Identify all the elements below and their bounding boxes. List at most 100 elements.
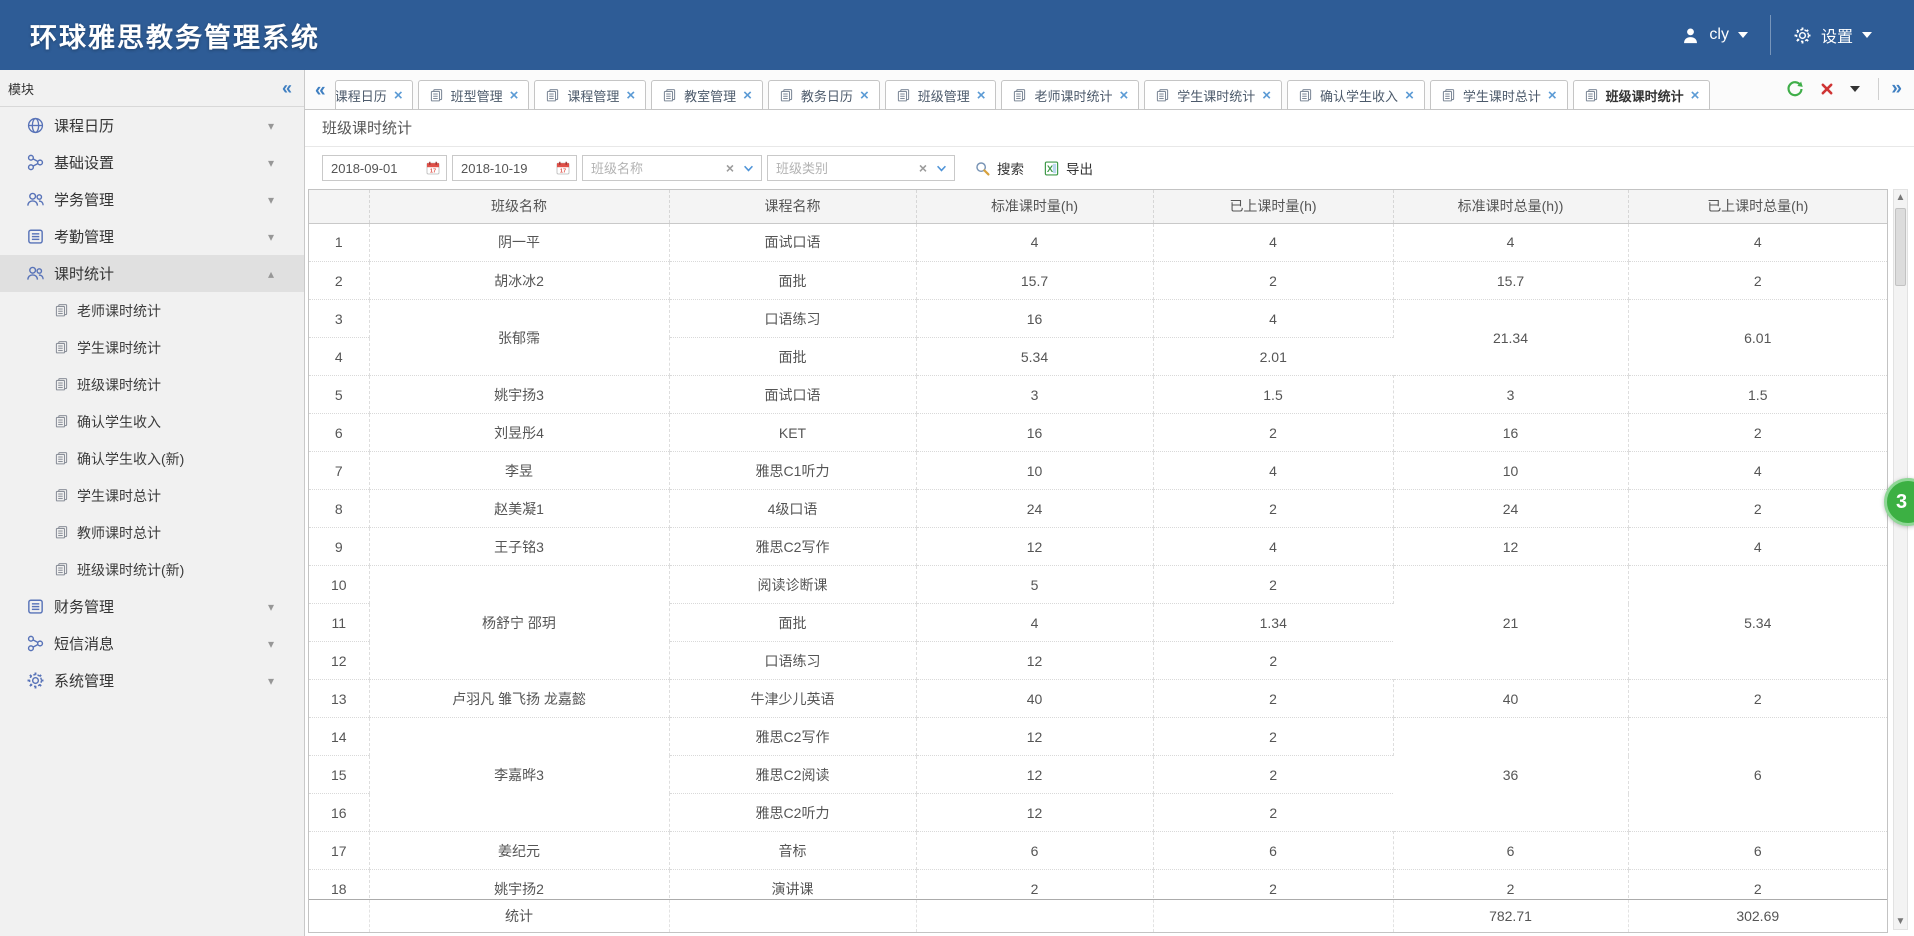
totals-std-hours-total: 782.71 [1393, 900, 1628, 932]
calendar-icon[interactable] [425, 160, 441, 176]
clear-icon[interactable]: × [726, 160, 734, 176]
table-row[interactable]: 3 张郁霈 口语练习 16 4 21.34 6.01 [309, 300, 1887, 338]
tab[interactable]: 老师课时统计 × [1001, 80, 1139, 110]
floating-service-badge[interactable]: 3 [1884, 478, 1914, 526]
scroll-down-icon[interactable]: ▼ [1894, 914, 1907, 929]
tab[interactable]: 教务日历 × [768, 80, 880, 110]
table-row[interactable]: 5 姚宇扬3 面试口语 3 1.5 3 1.5 [309, 376, 1887, 414]
cell-taught-hours: 2 [1153, 414, 1393, 452]
cell-taught-hours: 4 [1153, 528, 1393, 566]
table-row[interactable]: 14 李嘉晔3 雅思C2写作 12 2 36 6 [309, 718, 1887, 756]
tab[interactable]: 班级管理 × [885, 80, 997, 110]
scrollbar-thumb[interactable] [1895, 208, 1906, 286]
vertical-scrollbar[interactable]: ▲ ▼ [1893, 189, 1908, 930]
sidebar-item[interactable]: 确认学生收入(新) [0, 440, 304, 477]
sidebar-item-label: 考勤管理 [54, 226, 114, 247]
cell-taught-hours: 2 [1153, 870, 1393, 899]
table-row[interactable]: 8 赵美凝1 4级口语 24 2 24 2 [309, 490, 1887, 528]
sidebar-item-label: 班级课时统计(新) [77, 560, 184, 580]
table-row[interactable]: 1 阴一平 面试口语 4 4 4 4 [309, 224, 1887, 262]
chevron-down-icon[interactable] [742, 162, 755, 175]
tab-scroll-right-icon[interactable]: » [1878, 78, 1902, 100]
table-row[interactable]: 13 卢羽凡 雏飞扬 龙嘉懿 牛津少儿英语 40 2 40 2 [309, 680, 1887, 718]
sidebar-item[interactable]: 确认学生收入 [0, 403, 304, 440]
sidebar-item[interactable]: 老师课时统计 [0, 292, 304, 329]
close-all-tabs-icon[interactable] [1820, 82, 1834, 96]
tab[interactable]: 教室管理 × [651, 80, 763, 110]
tab-close-icon[interactable]: × [1548, 88, 1557, 103]
sidebar-item[interactable]: 学生课时统计 [0, 329, 304, 366]
cell-course-name: 雅思C2听力 [669, 794, 916, 832]
tab-close-icon[interactable]: × [743, 88, 752, 103]
tab-close-icon[interactable]: × [977, 88, 986, 103]
table-row[interactable]: 6 刘昱彤4 KET 16 2 16 2 [309, 414, 1887, 452]
tab[interactable]: 学生课时总计 × [1430, 80, 1568, 110]
class-name-input[interactable] [583, 156, 761, 180]
tab-close-icon[interactable]: × [626, 88, 635, 103]
document-icon [896, 88, 911, 103]
tab[interactable]: 课程日历 × [335, 80, 413, 110]
tab[interactable]: 班级课时统计 × [1573, 80, 1711, 110]
settings-label: 设置 [1821, 23, 1853, 47]
tab-label: 班级课时统计 [1606, 86, 1684, 105]
sidebar-item-label: 教师课时总计 [77, 523, 161, 543]
tab-close-icon[interactable]: × [1405, 88, 1414, 103]
sidebar-item[interactable]: 学生课时总计 [0, 477, 304, 514]
cell-std-hours: 12 [916, 642, 1153, 680]
sidebar-item[interactable]: 班级课时统计(新) [0, 551, 304, 588]
sidebar-item-label: 学生课时统计 [77, 338, 161, 358]
cell-std-hours: 12 [916, 718, 1153, 756]
settings-menu[interactable]: 设置 [1793, 23, 1872, 47]
sidebar-collapse-icon[interactable]: « [282, 78, 292, 99]
tab-menu-caret-icon[interactable] [1850, 86, 1860, 92]
tab[interactable]: 确认学生收入 × [1287, 80, 1425, 110]
tab-close-icon[interactable]: × [510, 88, 519, 103]
calendar-icon[interactable] [555, 160, 571, 176]
tab-close-icon[interactable]: × [1691, 88, 1700, 103]
table-row[interactable]: 10 杨舒宁 邵玥 阅读诊断课 5 2 21 5.34 [309, 566, 1887, 604]
search-button[interactable]: 搜索 [974, 158, 1024, 178]
tab[interactable]: 课程管理 × [534, 80, 646, 110]
sidebar-item[interactable]: 学务管理 ▾ [0, 181, 304, 218]
user-menu[interactable]: cly [1681, 26, 1748, 45]
table-body[interactable]: 1 阴一平 面试口语 4 4 4 4 2 胡冰冰2 [309, 224, 1887, 899]
cell-rownum: 4 [309, 338, 369, 376]
cell-std-hours: 3 [916, 376, 1153, 414]
column-rownum [309, 190, 369, 223]
content-area: « 课程日历 × 班型管理 × [305, 70, 1914, 936]
table-row[interactable]: 7 李昱 雅思C1听力 10 4 10 4 [309, 452, 1887, 490]
tab-scroll-left-icon[interactable]: « [315, 80, 326, 102]
table-row[interactable]: 17 姜纪元 音标 6 6 6 6 [309, 832, 1887, 870]
scroll-up-icon[interactable]: ▲ [1894, 190, 1907, 205]
sidebar-item[interactable]: 系统管理 ▾ [0, 662, 304, 699]
totals-rownum [309, 900, 369, 932]
tab[interactable]: 班型管理 × [418, 80, 530, 110]
table-row[interactable]: 2 胡冰冰2 面批 15.7 2 15.7 2 [309, 262, 1887, 300]
sidebar-item[interactable]: 考勤管理 ▾ [0, 218, 304, 255]
sidebar-item[interactable]: 财务管理 ▾ [0, 588, 304, 625]
cell-std-hours: 12 [916, 756, 1153, 794]
cell-course-name: 面批 [669, 338, 916, 376]
tab[interactable]: 学生课时统计 × [1144, 80, 1282, 110]
sidebar-item-icon [26, 153, 45, 172]
tab-close-icon[interactable]: × [394, 88, 403, 103]
chevron-down-icon[interactable] [935, 162, 948, 175]
export-button[interactable]: 导出 [1043, 158, 1093, 178]
tab-close-icon[interactable]: × [860, 88, 869, 103]
sidebar-item[interactable]: 短信消息 ▾ [0, 625, 304, 662]
clear-icon[interactable]: × [919, 160, 927, 176]
tab-close-icon[interactable]: × [1262, 88, 1271, 103]
sidebar-item[interactable]: 班级课时统计 [0, 366, 304, 403]
sidebar-item[interactable]: 课程日历 ▾ [0, 107, 304, 144]
sidebar-item[interactable]: 课时统计 ▴ [0, 255, 304, 292]
document-icon [1584, 88, 1599, 103]
table-row[interactable]: 18 姚宇扬2 演讲课 2 2 2 2 [309, 870, 1887, 899]
cell-taught-hours-total: 4 [1628, 452, 1887, 490]
tab-close-icon[interactable]: × [1120, 88, 1129, 103]
table-row[interactable]: 9 王子铭3 雅思C2写作 12 4 12 4 [309, 528, 1887, 566]
sidebar-item[interactable]: 基础设置 ▾ [0, 144, 304, 181]
cell-std-hours: 16 [916, 414, 1153, 452]
sidebar-item-icon [54, 303, 69, 318]
sidebar-item[interactable]: 教师课时总计 [0, 514, 304, 551]
refresh-tab-icon[interactable] [1786, 80, 1804, 98]
